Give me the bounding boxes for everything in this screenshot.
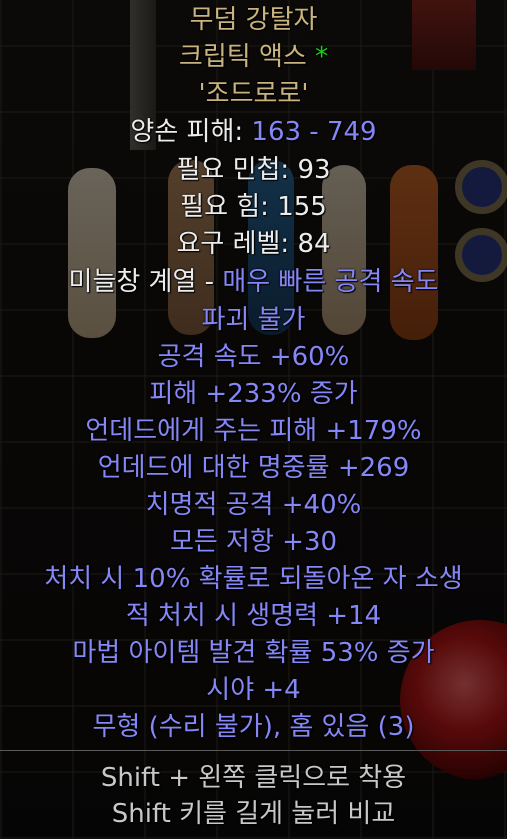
- property-line: 적 처치 시 생명력 +14: [125, 601, 382, 631]
- item-tooltip: 무덤 강탈자 크립틱 액스 * '조드로로' 양손 피해: 163 - 749 …: [0, 0, 507, 839]
- hint-compare: Shift 키를 길게 눌러 비교: [111, 799, 396, 829]
- property-line: 모든 저항 +30: [169, 527, 338, 557]
- required-level: 요구 레벨: 84: [176, 229, 331, 259]
- property-line: 언데드에 대한 명중률 +269: [97, 453, 410, 483]
- item-personalization: '조드로로': [198, 79, 309, 109]
- damage-value: 163 - 749: [251, 117, 377, 147]
- weapon-class-line: 미늘창 계열 - 매우 빠른 공격 속도: [0, 264, 507, 300]
- property-line: 마법 아이템 발견 확률 53% 증가: [72, 638, 435, 668]
- tooltip-divider: [0, 750, 507, 751]
- hint-equip: Shift + 왼쪽 클릭으로 착용: [100, 763, 407, 793]
- property-line: 무형 (수리 불가), 홈 있음 (3): [92, 712, 415, 742]
- socket-marker: *: [315, 42, 329, 72]
- property-line: 언데드에게 주는 피해 +179%: [85, 416, 422, 446]
- property-line: 피해 +233% 증가: [149, 379, 358, 409]
- item-base-type-label: 크립틱 액스: [178, 42, 307, 72]
- attack-speed-class: 매우 빠른 공격 속도: [222, 267, 439, 297]
- property-line: 공격 속도 +60%: [157, 342, 350, 372]
- property-line: 치명적 공격 +40%: [145, 490, 362, 520]
- damage-line: 양손 피해: 163 - 749: [0, 114, 507, 150]
- weapon-class-label: 미늘창 계열 -: [68, 267, 223, 297]
- property-line: 파괴 불가: [201, 305, 306, 335]
- required-strength: 필요 힘: 155: [180, 192, 327, 222]
- property-line: 처치 시 10% 확률로 되돌아온 자 소생: [44, 564, 463, 594]
- property-line: 시야 +4: [206, 675, 301, 705]
- required-dexterity: 필요 민첩: 93: [176, 155, 331, 185]
- item-name: 무덤 강탈자: [189, 5, 318, 35]
- item-base-type: 크립틱 액스 *: [0, 39, 507, 75]
- damage-label: 양손 피해:: [130, 117, 252, 147]
